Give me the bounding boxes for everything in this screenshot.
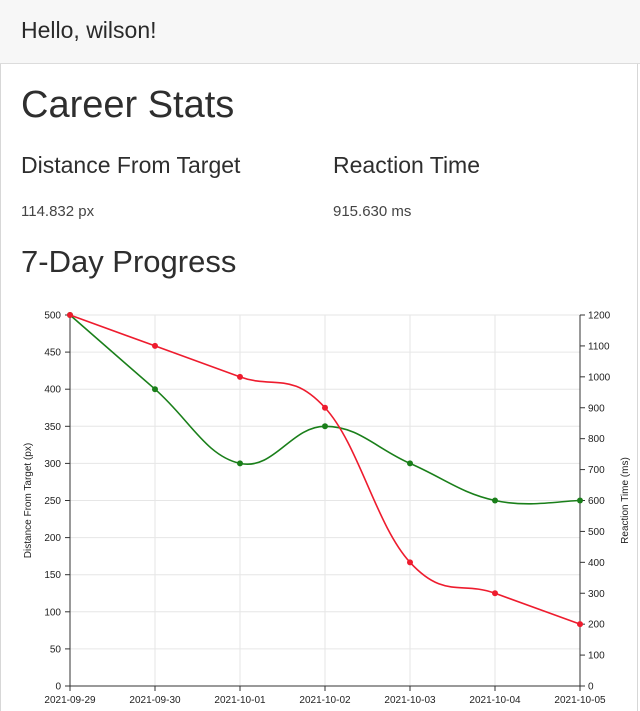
y-tick-label: 250: [44, 496, 61, 507]
y-tick-label: 450: [44, 348, 61, 359]
y2-tick-label: 700: [588, 465, 605, 476]
x-tick-label: 2021-09-29: [44, 695, 96, 706]
x-tick-label: 2021-10-01: [214, 695, 266, 706]
reaction-stat-heading: Reaction Time: [333, 152, 481, 178]
y2-tick-label: 800: [588, 434, 605, 445]
data-point: [152, 386, 158, 393]
x-tick-label: 2021-09-30: [129, 695, 181, 706]
y-tick-label: 350: [44, 422, 61, 433]
data-point: [407, 460, 413, 467]
data-point: [237, 460, 243, 467]
progress-section-title: 7-Day Progress: [21, 244, 237, 279]
data-point: [322, 404, 328, 411]
x-tick-label: 2021-10-03: [384, 695, 436, 706]
progress-chart: 0 50 100 150 200 250 300 350 400 450 500 0 100 200 300…: [23, 311, 631, 707]
x-tick-label: 2021-10-02: [299, 695, 351, 706]
y2-tick-label: 1200: [588, 311, 611, 322]
y-tick-label: 400: [44, 385, 61, 396]
y-axis-label: Distance From Target (px): [23, 443, 34, 558]
y2-tick-label: 200: [588, 620, 605, 631]
x-tick-label: 2021-10-05: [554, 695, 606, 706]
chart-axes: 0 50 100 150 200 250 300 350 400 450 500 0 100 200 300…: [44, 311, 610, 707]
y-tick-label: 0: [55, 682, 61, 693]
data-point: [237, 373, 243, 380]
reaction-stat-value: 915.630 ms: [333, 203, 412, 220]
y2-tick-label: 1000: [588, 372, 611, 383]
data-point: [492, 497, 498, 504]
card-header: Hello, wilson!: [0, 0, 640, 64]
y2-axis-label: Reaction Time (ms): [620, 457, 631, 544]
data-point: [577, 497, 583, 504]
data-point: [322, 423, 328, 430]
y-tick-label: 200: [44, 533, 61, 544]
y2-tick-label: 500: [588, 527, 605, 538]
y-tick-label: 100: [44, 607, 61, 618]
y2-tick-label: 100: [588, 651, 605, 662]
x-tick-label: 2021-10-04: [469, 695, 521, 706]
data-point: [407, 559, 413, 566]
y2-tick-label: 600: [588, 496, 605, 507]
data-point: [67, 312, 73, 318]
data-point: [577, 621, 583, 628]
y2-tick-label: 1100: [588, 341, 610, 352]
distance-stat-heading: Distance From Target: [21, 152, 241, 178]
y2-tick-label: 400: [588, 558, 605, 569]
y-tick-label: 150: [44, 570, 61, 581]
distance-stat-value: 114.832 px: [21, 203, 95, 220]
data-point: [492, 590, 498, 597]
greeting-text: Hello, wilson!: [21, 17, 157, 43]
page-title: Career Stats: [21, 84, 235, 126]
chart-grid: [69, 314, 581, 687]
y-tick-label: 50: [50, 644, 62, 655]
y2-tick-label: 900: [588, 403, 605, 414]
y-tick-label: 300: [44, 459, 61, 470]
y2-tick-label: 300: [588, 589, 605, 600]
data-point: [152, 342, 158, 349]
y2-tick-label: 0: [588, 682, 594, 693]
y-tick-label: 500: [44, 311, 61, 322]
